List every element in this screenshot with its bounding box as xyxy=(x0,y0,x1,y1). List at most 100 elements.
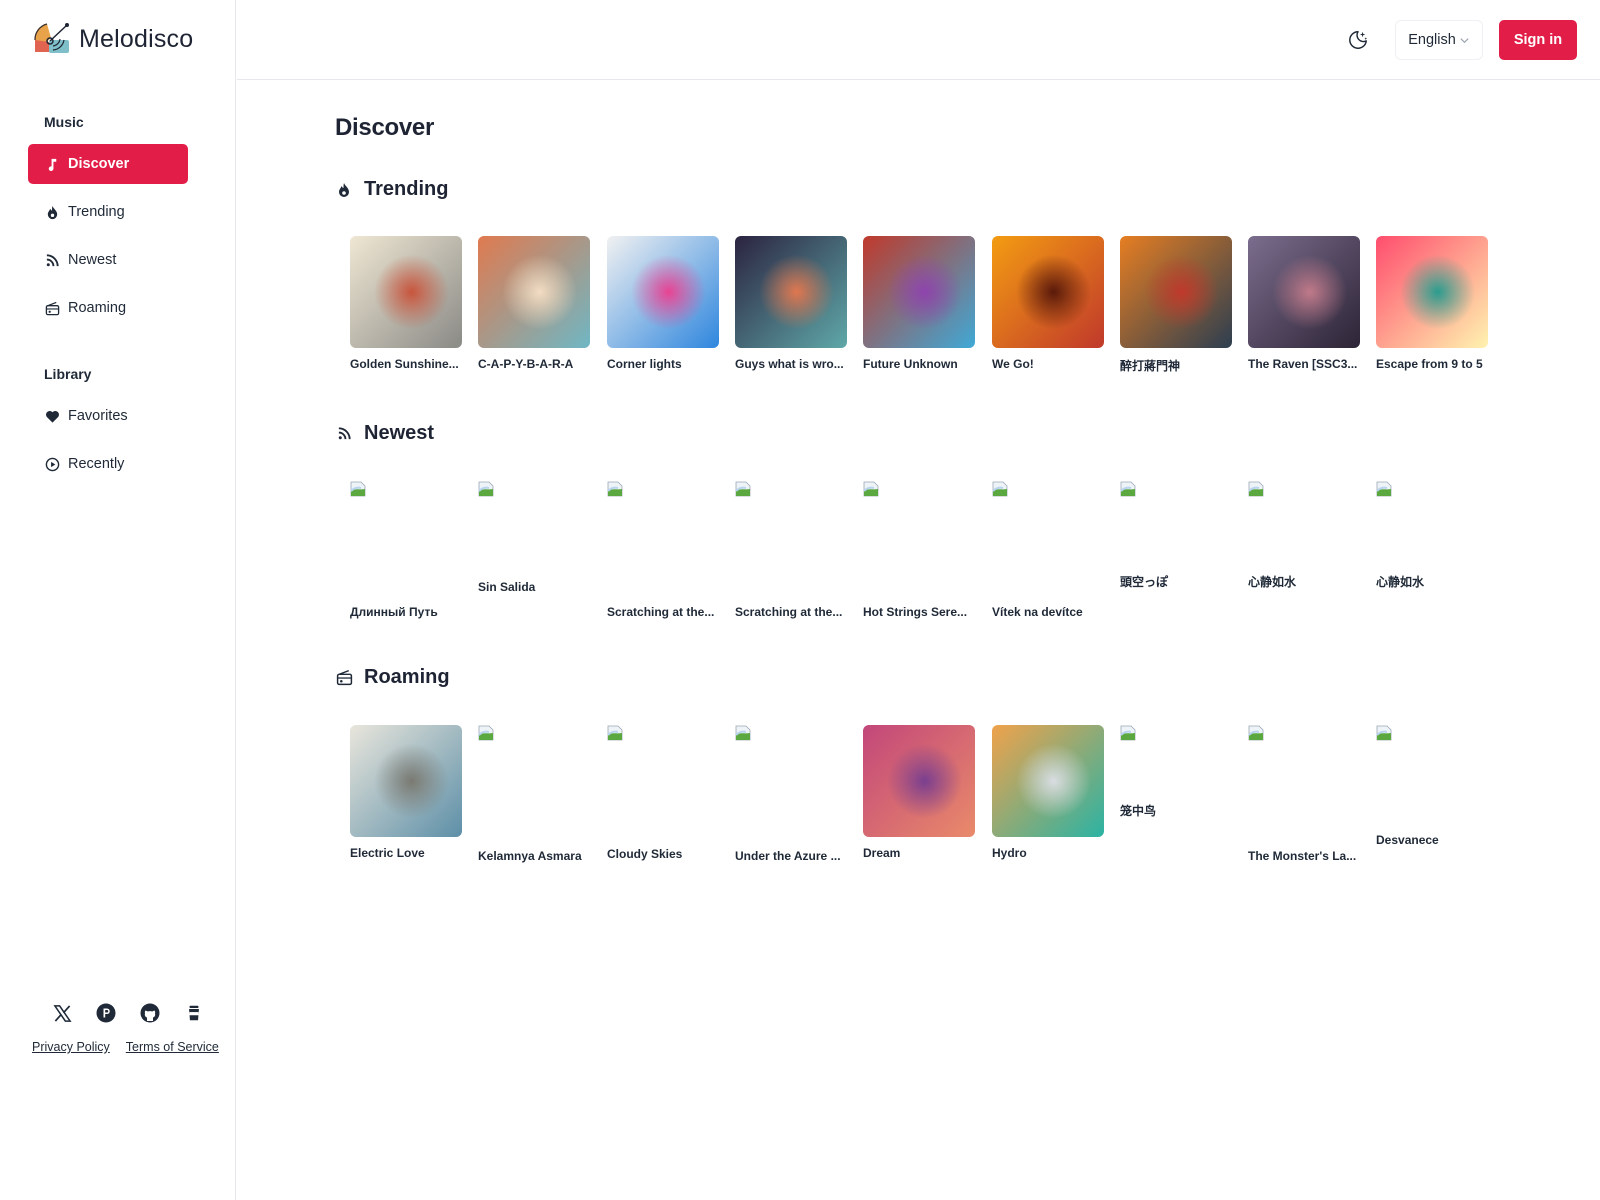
song-cover-image[interactable] xyxy=(350,725,462,837)
song-title[interactable]: 笼中鸟 xyxy=(1120,802,1234,819)
broken-image-icon xyxy=(607,725,623,741)
song-card[interactable]: 頭空っぽ xyxy=(1120,481,1232,621)
github-icon[interactable] xyxy=(140,1003,160,1023)
song-card[interactable]: Corner lights xyxy=(607,236,719,376)
song-card[interactable]: Vítek na devítce xyxy=(992,481,1104,621)
song-title[interactable]: Cloudy Skies xyxy=(607,847,721,861)
song-card[interactable]: Длинный Путь xyxy=(350,481,462,621)
song-title[interactable]: Desvanece xyxy=(1376,833,1490,847)
song-card[interactable]: C-A-P-Y-B-A-R-A xyxy=(478,236,590,376)
broken-image-icon xyxy=(1120,725,1136,741)
sidebar-item-favorites[interactable]: Favorites xyxy=(28,396,188,436)
song-card[interactable]: Electric Love xyxy=(350,725,462,865)
trending-row: Golden Sunshine... C-A-P-Y-B-A-R-A Corner … xyxy=(350,236,1500,376)
song-title[interactable]: The Raven [SSC3... xyxy=(1248,357,1362,371)
flame-icon xyxy=(335,181,353,199)
song-title[interactable]: Dream xyxy=(863,846,977,860)
privacy-policy-link[interactable]: Privacy Policy xyxy=(32,1040,110,1054)
song-card[interactable]: 笼中鸟 xyxy=(1120,725,1232,865)
song-title[interactable]: Scratching at the... xyxy=(607,605,721,619)
terms-of-service-link[interactable]: Terms of Service xyxy=(126,1040,219,1054)
song-title[interactable]: Sin Salida xyxy=(478,580,592,594)
song-card[interactable]: Escape from 9 to 5 xyxy=(1376,236,1488,376)
song-cover-image[interactable] xyxy=(607,236,719,348)
song-card[interactable]: The Monster's La... xyxy=(1248,725,1360,865)
song-title[interactable]: The Monster's La... xyxy=(1248,849,1362,863)
sidebar-item-trending[interactable]: Trending xyxy=(28,192,188,232)
song-title[interactable]: C-A-P-Y-B-A-R-A xyxy=(478,357,592,371)
newest-row: Длинный Путь Sin Salida Scratching at the.… xyxy=(350,481,1500,621)
sidebar-item-roaming[interactable]: Roaming xyxy=(28,288,188,328)
song-card[interactable]: Hot Strings Sere... xyxy=(863,481,975,621)
brand[interactable]: Melodisco xyxy=(33,22,193,56)
song-cover-image[interactable] xyxy=(863,725,975,837)
section-title-text: Newest xyxy=(364,422,435,444)
song-card[interactable]: 心静如水 xyxy=(1248,481,1360,621)
sidebar-item-recently[interactable]: Recently xyxy=(28,444,188,484)
song-title[interactable]: Scratching at the... xyxy=(735,605,849,619)
song-card[interactable]: The Raven [SSC3... xyxy=(1248,236,1360,376)
song-card[interactable]: We Go! xyxy=(992,236,1104,376)
footer-links: Privacy Policy Terms of Service xyxy=(32,1040,219,1054)
song-title[interactable]: Hot Strings Sere... xyxy=(863,605,977,619)
song-title[interactable]: Under the Azure ... xyxy=(735,849,849,863)
sign-in-button[interactable]: Sign in xyxy=(1499,20,1577,60)
song-card[interactable]: Under the Azure ... xyxy=(735,725,847,865)
coffee-cup-icon[interactable] xyxy=(184,1003,204,1023)
section-title-trending: Trending xyxy=(335,178,448,201)
song-title[interactable]: Hydro xyxy=(992,846,1106,860)
song-cover-image[interactable] xyxy=(1248,236,1360,348)
song-card[interactable]: 心静如水 xyxy=(1376,481,1488,621)
x-icon[interactable] xyxy=(52,1003,72,1023)
song-card[interactable]: Desvanece xyxy=(1376,725,1488,865)
song-card[interactable]: Guys what is wro... xyxy=(735,236,847,376)
heart-icon xyxy=(44,408,60,424)
broken-image-icon xyxy=(607,481,623,497)
song-cover-image[interactable] xyxy=(350,236,462,348)
song-title[interactable]: 心静如水 xyxy=(1248,573,1362,590)
song-cover-image[interactable] xyxy=(1120,236,1232,348)
chevron-down-icon xyxy=(1460,37,1469,43)
song-cover-image[interactable] xyxy=(992,725,1104,837)
song-title[interactable]: Electric Love xyxy=(350,846,464,860)
song-title[interactable]: Future Unknown xyxy=(863,357,977,371)
song-title[interactable]: Kelamnya Asmara xyxy=(478,849,592,863)
song-title[interactable]: Golden Sunshine... xyxy=(350,357,464,371)
song-card[interactable]: Golden Sunshine... xyxy=(350,236,462,376)
song-title[interactable]: 頭空っぽ xyxy=(1120,573,1234,590)
song-card[interactable]: Scratching at the... xyxy=(607,481,719,621)
song-title[interactable]: 醉打蔣門神 xyxy=(1120,357,1234,374)
song-cover-image[interactable] xyxy=(992,236,1104,348)
song-card[interactable]: Scratching at the... xyxy=(735,481,847,621)
song-title[interactable]: Vítek na devítce xyxy=(992,605,1106,619)
song-cover-image[interactable] xyxy=(735,236,847,348)
sidebar-item-newest[interactable]: Newest xyxy=(28,240,188,280)
language-select[interactable]: English xyxy=(1395,20,1483,60)
broken-image-icon xyxy=(1376,481,1392,497)
song-card[interactable]: Hydro xyxy=(992,725,1104,865)
moon-stars-icon xyxy=(1349,31,1368,49)
broken-image-icon xyxy=(1248,481,1264,497)
song-title[interactable]: Guys what is wro... xyxy=(735,357,849,371)
song-card[interactable]: 醉打蔣門神 xyxy=(1120,236,1232,376)
top-header: English Sign in xyxy=(237,0,1600,80)
song-card[interactable]: Cloudy Skies xyxy=(607,725,719,865)
song-title[interactable]: We Go! xyxy=(992,357,1106,371)
broken-image-icon xyxy=(863,481,879,497)
song-cover-image[interactable] xyxy=(1376,236,1488,348)
song-title[interactable]: Escape from 9 to 5 xyxy=(1376,357,1490,371)
song-title[interactable]: 心静如水 xyxy=(1376,573,1490,590)
song-cover-image[interactable] xyxy=(478,236,590,348)
song-card[interactable]: Dream xyxy=(863,725,975,865)
song-card[interactable]: Future Unknown xyxy=(863,236,975,376)
song-title[interactable]: Corner lights xyxy=(607,357,721,371)
theme-toggle-button[interactable] xyxy=(1346,28,1370,52)
broken-image-icon xyxy=(478,481,494,497)
sidebar-item-discover[interactable]: Discover xyxy=(28,144,188,184)
song-card[interactable]: Sin Salida xyxy=(478,481,590,621)
product-hunt-icon[interactable] xyxy=(96,1003,116,1023)
song-cover-image[interactable] xyxy=(863,236,975,348)
sidebar-item-label: Roaming xyxy=(68,300,127,316)
song-title[interactable]: Длинный Путь xyxy=(350,605,464,619)
song-card[interactable]: Kelamnya Asmara xyxy=(478,725,590,865)
